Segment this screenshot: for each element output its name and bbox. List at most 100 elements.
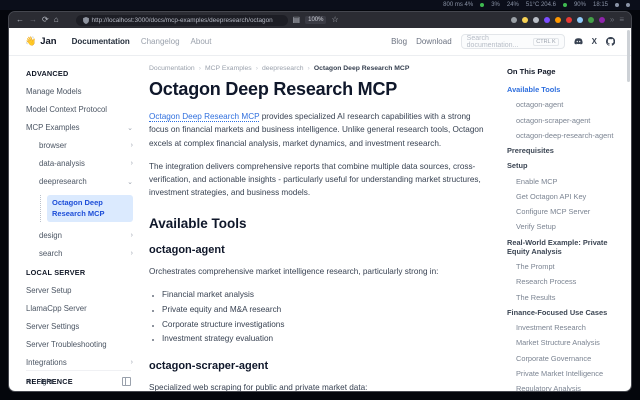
nav-changelog[interactable]: Changelog [141,37,180,46]
sidebar-item-browser[interactable]: browser › [39,141,133,150]
search-input[interactable]: Search documentation... CTRL K [461,34,565,49]
site-logo[interactable]: 👋 Jan [25,36,57,47]
sidebar-item-server-troubleshooting[interactable]: Server Troubleshooting [26,340,133,349]
intro-paragraph: Octagon Deep Research MCP provides speci… [149,110,491,150]
sidebar-item-deepresearch[interactable]: deepresearch ⌄ [39,177,133,186]
shield-icon [83,17,89,24]
sidebar-item-mcp-examples[interactable]: MCP Examples ⌄ [26,123,133,132]
clock: 18:15 [593,2,608,8]
octagon-scraper-agent-description: Specialized web scraping for public and … [149,381,491,391]
toc-link-real-world-example[interactable]: Real-World Example: Private Equity Analy… [507,238,621,257]
extension-icon[interactable] [599,17,605,23]
toc-link-prerequisites[interactable]: Prerequisites [507,146,621,155]
zoom-level-badge[interactable]: 100% [305,16,326,24]
sidebar-item-design[interactable]: design › [39,231,133,240]
nav-documentation[interactable]: Documentation [72,37,130,46]
on-this-page-toc: On This Page Available Tools octagon-age… [507,56,631,391]
toc-link-available-tools[interactable]: Available Tools [507,85,621,94]
toc-link-verify-setup[interactable]: Verify Setup [507,222,621,231]
collapse-sidebar-icon[interactable] [122,377,131,386]
extension-icon[interactable] [555,17,561,23]
toc-link-octagon-deep-research-agent[interactable]: octagon-deep-research-agent [507,131,621,140]
toc-link-configure-mcp-server[interactable]: Configure MCP Server [507,207,621,216]
sidebar-item-server-setup[interactable]: Server Setup [26,286,133,295]
breadcrumb-item[interactable]: MCP Examples [205,65,252,72]
page-scrollbar[interactable] [627,30,630,82]
bookmark-star-icon[interactable]: ☆ [331,16,338,24]
toc-link-corporate-governance[interactable]: Corporate Governance [507,354,621,363]
chevron-right-icon: › [131,250,133,257]
github-icon[interactable] [606,37,615,46]
wave-hand-logo-icon: 👋 [25,36,36,47]
extension-icon[interactable] [511,17,517,23]
toc-link-market-structure-analysis[interactable]: Market Structure Analysis [507,338,621,347]
toc-title: On This Page [507,67,621,76]
toc-link-enable-mcp[interactable]: Enable MCP [507,177,621,186]
breadcrumb-item[interactable]: Documentation [149,65,195,72]
chevron-right-icon: › [131,142,133,149]
sidebar-item-octagon-deep-research-mcp[interactable]: Octagon Deep Research MCP [47,195,133,222]
extension-icon[interactable] [544,17,550,23]
bullet-item: Private equity and M&A research [162,303,491,318]
octagon-agent-heading: octagon-agent [149,244,491,256]
nav-about[interactable]: About [191,37,212,46]
sidebar-item-search[interactable]: search › [39,249,133,258]
octagon-doc-link[interactable]: Octagon Deep Research MCP [149,112,259,122]
sidebar-item-server-settings[interactable]: Server Settings [26,322,133,331]
sidebar-item-label: browser [39,141,67,150]
x-twitter-icon[interactable]: X [592,37,597,46]
chevron-right-icon: › [131,359,133,366]
nav-download[interactable]: Download [416,37,452,46]
discord-icon[interactable] [574,38,583,45]
sidebar-item-label: Manage Models [26,87,81,96]
toc-link-research-process[interactable]: Research Process [507,277,621,286]
reader-mode-icon[interactable]: ▤ [293,16,301,24]
sidebar-item-data-analysis[interactable]: data-analysis › [39,159,133,168]
breadcrumb-item[interactable]: deepresearch [262,65,304,72]
back-icon[interactable]: ← [16,16,24,24]
toc-link-finance-focused-use-cases[interactable]: Finance-Focused Use Cases [507,308,621,317]
toc-link-setup[interactable]: Setup [507,161,621,170]
sidebar-item-manage-models[interactable]: Manage Models [26,87,133,96]
toc-link-get-octagon-api-key[interactable]: Get Octagon API Key [507,192,621,201]
toc-link-regulatory-analysis[interactable]: Regulatory Analysis [507,384,621,391]
toc-link-octagon-scraper-agent[interactable]: octagon-scraper-agent [507,116,621,125]
extension-icon[interactable] [566,17,572,23]
temp-stat: 51°C 204.6 [526,2,556,8]
toc-link-the-results[interactable]: The Results [507,293,621,302]
home-icon[interactable]: ⌂ [54,16,59,24]
sidebar-item-model-context-protocol[interactable]: Model Context Protocol [26,105,133,114]
extension-icon[interactable] [588,17,594,23]
sidebar-item-llamacpp-server[interactable]: LlamaCpp Server [26,304,133,313]
overflow-icon[interactable]: » [610,16,614,24]
breadcrumb: Documentation › MCP Examples › deepresearc… [149,65,491,72]
url-text: http://localhost:3000/docs/mcp-examples/… [92,17,273,24]
site-header: 👋 Jan Documentation Changelog About Blog… [9,28,631,56]
toc-link-investment-research[interactable]: Investment Research [507,323,621,332]
reload-icon[interactable]: ⟳ [42,16,49,24]
mem-stat: 24% [507,2,519,8]
toc-link-the-prompt[interactable]: The Prompt [507,262,621,271]
toc-link-octagon-agent[interactable]: octagon-agent [507,100,621,109]
nav-blog[interactable]: Blog [391,37,407,46]
extension-icon[interactable] [577,17,583,23]
octagon-agent-description: Orchestrates comprehensive market intell… [149,265,491,278]
bullet-item: Investment strategy evaluation [162,332,491,347]
tray-icon[interactable] [626,3,630,7]
theme-toggle[interactable]: ☀ Light [26,377,53,386]
extension-icon[interactable] [533,17,539,23]
toc-link-private-market-intelligence[interactable]: Private Market Intelligence [507,369,621,378]
sidebar-item-label: Server Settings [26,322,79,331]
sidebar-item-integrations[interactable]: Integrations › [26,358,133,367]
breadcrumb-separator: › [308,65,310,72]
tray-icon[interactable] [615,3,619,7]
theme-label: Light [37,377,53,386]
sidebar-item-label: deepresearch [39,177,87,186]
extension-icon[interactable] [522,17,528,23]
left-sidebar: ADVANCED Manage Models Model Context Pro… [9,56,139,391]
sidebar-item-label: Server Troubleshooting [26,340,107,349]
url-bar[interactable]: http://localhost:3000/docs/mcp-examples/… [76,15,288,26]
forward-icon[interactable]: → [29,16,37,24]
breadcrumb-separator: › [199,65,201,72]
menu-icon[interactable]: ≡ [619,16,624,24]
